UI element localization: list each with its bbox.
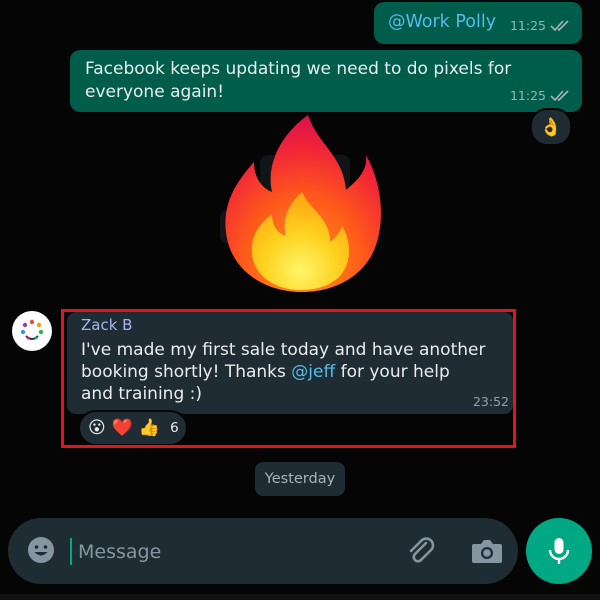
fire-sticker-icon[interactable] [218,110,383,295]
emoji-icon[interactable] [26,535,56,565]
paperclip-icon[interactable] [404,534,438,568]
chat-screen: @Work Polly 11:25 Facebook keeps updatin… [0,0,600,600]
outgoing-message-text[interactable]: Facebook keeps updating we need to do pi… [70,50,582,112]
contact-logo-icon [20,319,44,340]
message-composer [8,518,518,584]
double-check-icon [550,89,569,101]
ok-hand-reaction: 👌 [539,116,563,138]
outgoing-message-mention[interactable]: @Work Polly 11:25 [374,2,582,44]
highlight-box [61,309,516,448]
microphone-icon [548,538,570,564]
message-reaction[interactable]: 👌 [530,108,572,146]
message-time: 11:25 [509,18,546,33]
avatar[interactable] [12,311,52,351]
message-input[interactable] [76,536,340,568]
message-meta: 11:25 [510,84,570,107]
mention-text[interactable]: @Work Polly [388,11,496,34]
date-label: Yesterday [264,471,336,487]
double-check-icon [550,19,569,31]
nav-bar [0,594,600,600]
message-text: Facebook keeps updating we need to do pi… [85,59,512,102]
text-cursor [70,538,72,565]
message-time: 11:25 [509,88,546,103]
date-divider: Yesterday [255,462,345,496]
camera-icon[interactable] [470,535,504,567]
message-meta: 11:25 [510,14,570,37]
microphone-button[interactable] [526,518,592,584]
